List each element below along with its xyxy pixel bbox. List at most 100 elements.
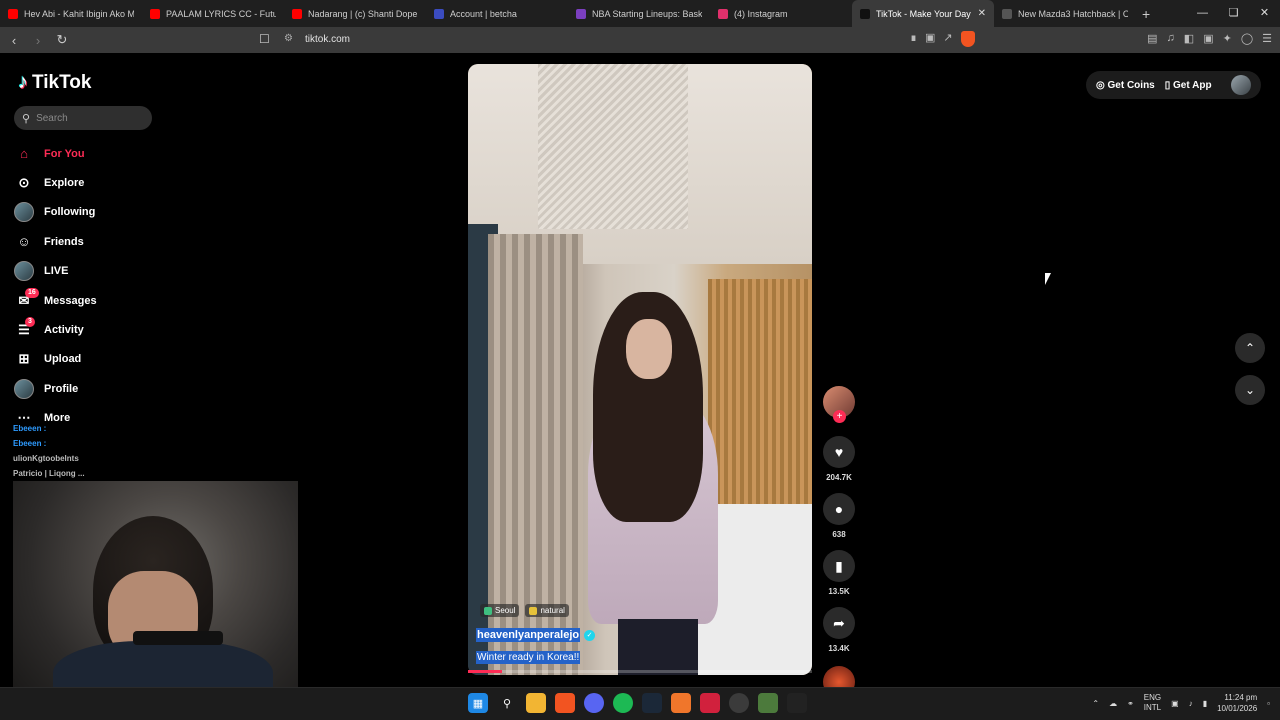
taskbar-apps: ▦ ⚲ <box>468 693 807 713</box>
tab-close-icon[interactable]: ✕ <box>978 8 986 19</box>
battery-tray-icon[interactable]: ▮ <box>1203 699 1207 708</box>
get-app-button[interactable]: ▯ Get App <box>1165 80 1212 91</box>
author-name[interactable]: heavenlyanperalejo <box>476 628 581 642</box>
sidebar-item-live[interactable]: LIVE <box>14 257 164 286</box>
notification-icon[interactable]: ▫ <box>1267 699 1270 708</box>
new-tab-button[interactable]: + <box>1142 6 1150 22</box>
browser-tab[interactable]: Hev Abi - Kahit Ibigin Ako Mali <box>0 0 142 27</box>
address-actions: ∎ ▣ ↗ <box>910 31 975 47</box>
previous-video-button[interactable]: ⌃ <box>1235 333 1265 363</box>
start-icon[interactable]: ▦ <box>468 693 488 713</box>
get-coins-button[interactable]: ◎ Get Coins <box>1096 80 1155 91</box>
video-progress-bar[interactable] <box>468 670 812 673</box>
network-tray-icon[interactable]: ☁ <box>1109 699 1117 708</box>
sidebar-item-following[interactable]: Following <box>14 198 164 227</box>
sidebar-item-profile[interactable]: Profile <box>14 374 164 403</box>
brave-browser-icon[interactable] <box>555 693 575 713</box>
minimize-button[interactable]: — <box>1187 0 1218 27</box>
mic-tray-icon[interactable]: ⚭ <box>1127 699 1134 708</box>
tag-label: Seoul <box>495 606 516 615</box>
browser-tab[interactable]: Account | betcha <box>426 0 568 27</box>
leo-icon[interactable]: ✦ <box>1223 32 1232 45</box>
tab-favicon-icon <box>434 8 444 19</box>
webcam-person-body <box>53 641 273 687</box>
url-field[interactable]: tiktok.com <box>305 34 350 45</box>
upload-icon: ⊞ <box>18 351 30 367</box>
video-author[interactable]: heavenlyanperalejo ✓ <box>476 628 596 642</box>
sidebar-item-label: Messages <box>44 294 97 307</box>
comment-button[interactable]: ● <box>823 493 855 525</box>
site-info-icon[interactable]: ⚙ <box>284 33 293 44</box>
profile-avatar[interactable] <box>1231 75 1251 95</box>
browser-tab[interactable]: (4) Instagram <box>710 0 852 27</box>
cast-icon[interactable]: ▣ <box>925 31 935 47</box>
browser-tab[interactable]: PAALAM LYRICS CC - Future Th <box>142 0 284 27</box>
restore-button[interactable]: ❏ <box>1218 0 1249 27</box>
browser-tab[interactable]: NBA Starting Lineups: Basketb <box>568 0 710 27</box>
sidebar-item-label: LIVE <box>44 265 69 278</box>
live-avatar <box>14 261 34 282</box>
app-icon-3[interactable] <box>758 693 778 713</box>
creator-avatar[interactable]: + <box>823 386 855 423</box>
vpn-icon[interactable]: ◯ <box>1241 32 1253 45</box>
close-window-button[interactable]: ✕ <box>1249 0 1280 27</box>
discord-icon[interactable] <box>584 693 604 713</box>
avatar <box>14 261 34 282</box>
sidebar-item-for-you[interactable]: ⌂ For You <box>14 139 164 168</box>
sidebar-item-activity[interactable]: ☰ 3 Activity <box>14 315 164 344</box>
forward-button[interactable]: › <box>28 33 48 48</box>
file-explorer-icon[interactable] <box>526 693 546 713</box>
sidebar-item-messages[interactable]: ✉ 16 Messages <box>14 286 164 315</box>
tray-overflow-icon[interactable]: ⌃ <box>1092 699 1099 708</box>
spotify-icon[interactable] <box>613 693 633 713</box>
terminal-icon[interactable] <box>787 693 807 713</box>
video-player[interactable] <box>468 64 812 675</box>
tab-search-icon[interactable]: ▤ <box>1147 32 1157 45</box>
tag-seoul[interactable]: Seoul <box>480 604 520 617</box>
effect-icon <box>529 606 538 615</box>
sidebar-item-friends[interactable]: ☺ Friends <box>14 227 164 256</box>
input-language[interactable]: ENG INTL <box>1144 693 1161 713</box>
clock[interactable]: 11:24 pm 10/01/2026 <box>1217 692 1257 714</box>
bookmark-icon[interactable]: ☐ <box>259 32 270 46</box>
valorant-icon[interactable] <box>700 693 720 713</box>
reader-icon[interactable]: ∎ <box>910 31 917 47</box>
display-tray-icon[interactable]: ▣ <box>1171 699 1179 708</box>
clock-date: 10/01/2026 <box>1217 704 1258 713</box>
sidebar-item-label: For You <box>44 147 85 160</box>
browser-toolbar-right: ▤ ♫ ◧ ▣ ✦ ◯ ☰ <box>1147 32 1272 45</box>
reload-button[interactable]: ↻ <box>52 32 72 48</box>
sidebar-item-upload[interactable]: ⊞ Upload <box>14 345 164 374</box>
microphone <box>133 631 223 645</box>
share-button[interactable]: ➦ <box>823 607 855 639</box>
tag-natural[interactable]: natural <box>525 604 569 617</box>
comment-count: 638 <box>832 530 846 539</box>
sidebar-icon[interactable]: ◧ <box>1184 32 1194 45</box>
next-video-button[interactable]: ⌄ <box>1235 375 1265 405</box>
comment-icon: ● <box>834 501 844 517</box>
sidebar-item-explore[interactable]: ⊙ Explore <box>14 168 164 197</box>
clock-time: 11:24 pm <box>1224 693 1258 702</box>
search-taskbar-icon[interactable]: ⚲ <box>497 693 517 713</box>
app-icon[interactable] <box>671 693 691 713</box>
app-icon-2[interactable] <box>729 693 749 713</box>
compass-icon: ⊙ <box>18 175 30 191</box>
tab-label: PAALAM LYRICS CC - Future Th <box>166 8 276 19</box>
save-button[interactable]: ▮ <box>823 550 855 582</box>
browser-tab[interactable]: New Mazda3 Hatchback | Own <box>994 0 1136 27</box>
steam-icon[interactable] <box>642 693 662 713</box>
search-bar[interactable]: ⚲ Search <box>14 106 152 130</box>
back-button[interactable]: ‹ <box>4 33 24 48</box>
media-icon[interactable]: ♫ <box>1167 32 1175 45</box>
brave-shields-icon[interactable] <box>960 31 975 47</box>
tiktok-logo[interactable]: ♪ TikTok <box>18 71 91 94</box>
tag-label: natural <box>540 606 565 615</box>
share-icon[interactable]: ↗ <box>943 31 952 47</box>
like-button[interactable]: ♥ <box>823 436 855 468</box>
menu-icon[interactable]: ☰ <box>1262 32 1272 45</box>
browser-tab[interactable]: TikTok - Make Your Day ✕ <box>852 0 994 27</box>
volume-tray-icon[interactable]: ♪ <box>1189 699 1193 708</box>
follow-plus-icon[interactable]: + <box>833 410 846 423</box>
browser-tab[interactable]: Nadarang | (c) Shanti Dope | # <box>284 0 426 27</box>
wallet-icon[interactable]: ▣ <box>1203 32 1213 45</box>
